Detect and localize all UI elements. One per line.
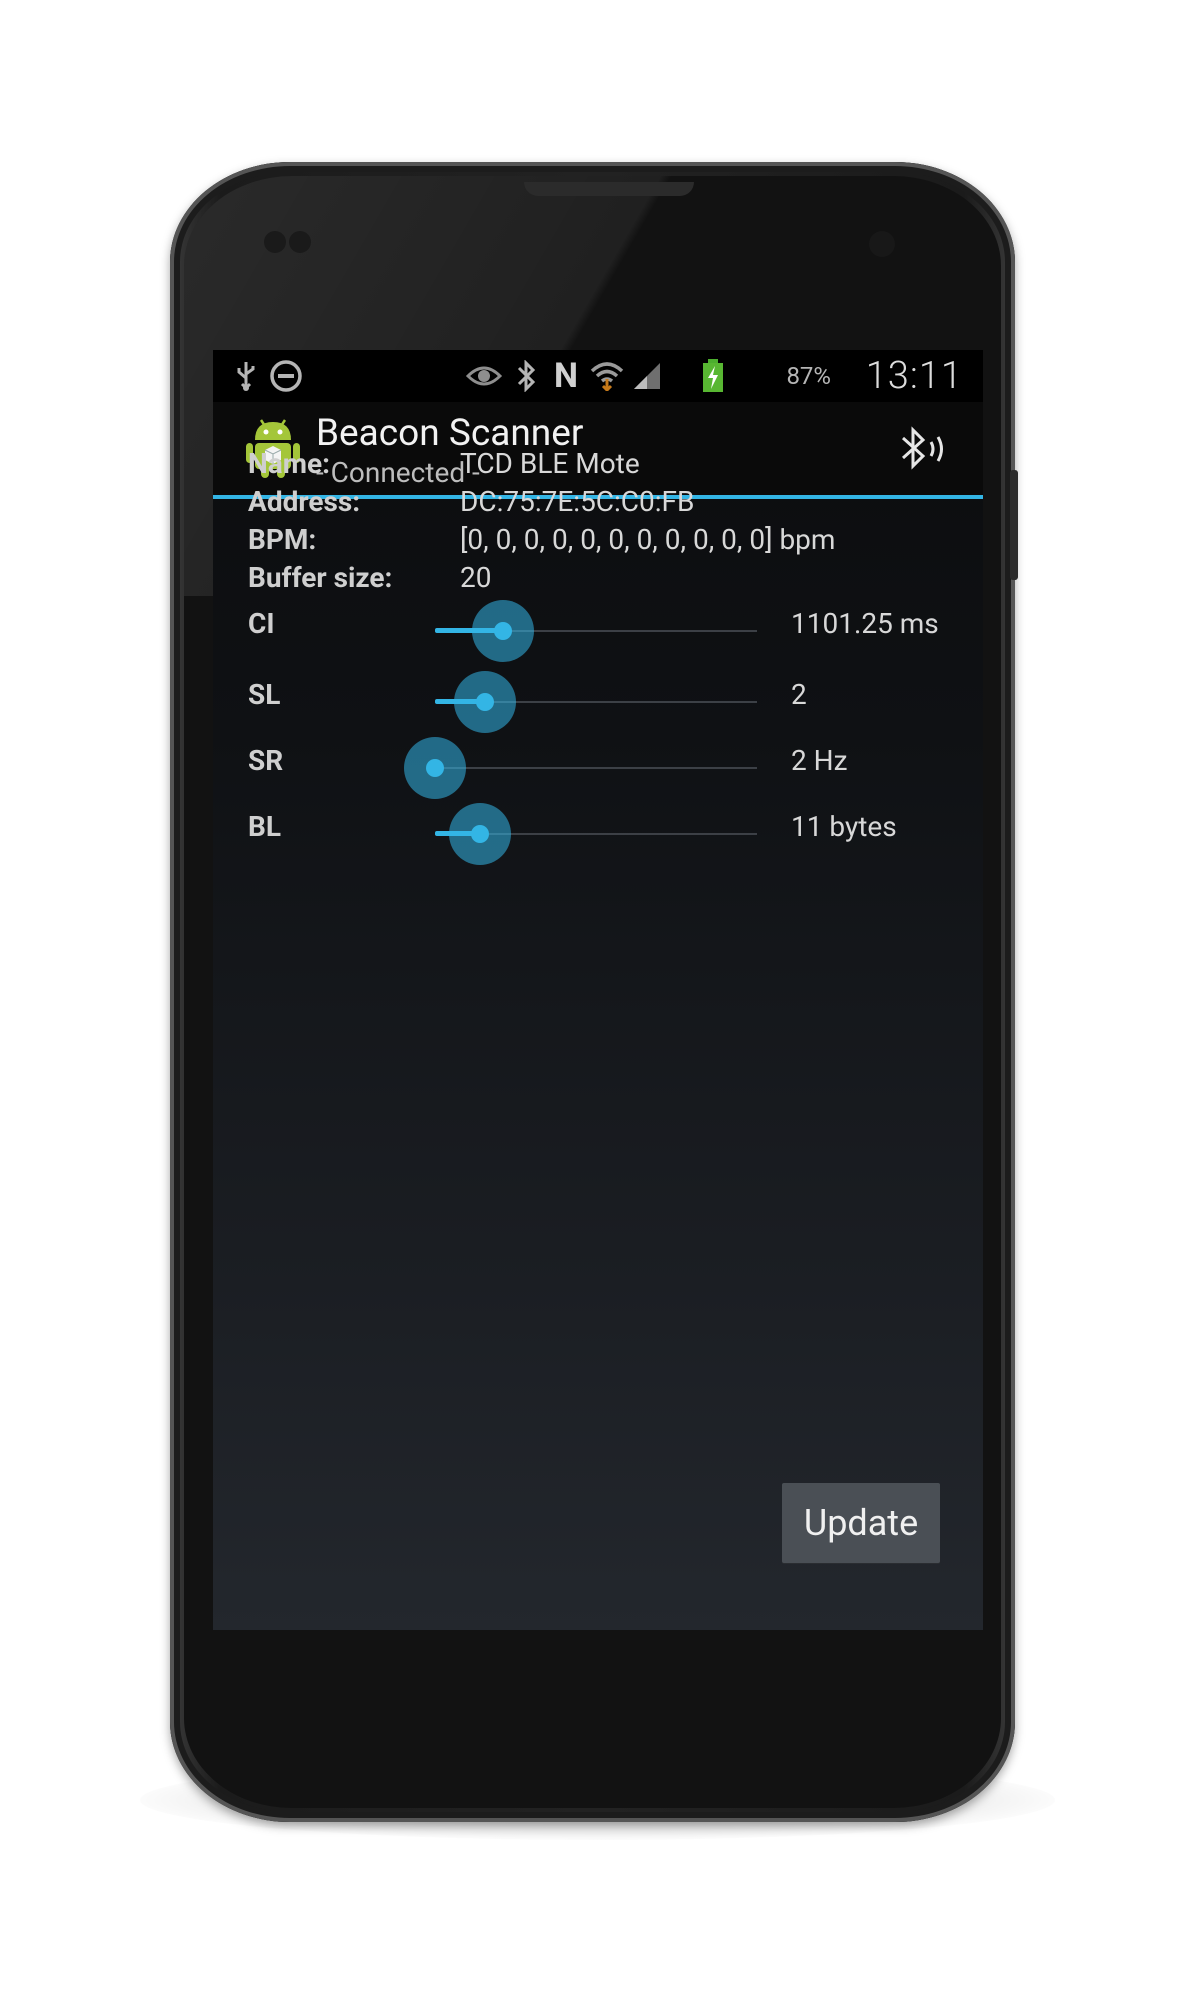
sr-track[interactable]	[435, 767, 757, 769]
bl-thumb-dot	[471, 825, 490, 843]
buffer-size-label: Buffer size:	[248, 561, 393, 594]
name-label: Name:	[248, 447, 331, 480]
bpm-label: BPM:	[248, 523, 317, 556]
bl-label: BL	[248, 810, 282, 843]
ci-thumb-dot	[493, 622, 512, 640]
earpiece-speaker	[524, 182, 694, 196]
sr-value: 2 Hz	[791, 744, 848, 777]
battery-charging-icon	[701, 358, 725, 394]
do-not-disturb-icon	[268, 358, 304, 394]
ci-label: CI	[248, 607, 275, 640]
address-value: DC:75:7E:5C:C0:FB	[460, 485, 695, 518]
sl-label: SL	[248, 678, 281, 711]
wifi-icon	[589, 358, 625, 394]
bluetooth-icon	[513, 358, 539, 394]
bluetooth-connect-icon[interactable]	[897, 424, 953, 474]
status-clock: 13:11	[865, 354, 963, 398]
app-screen: N 87% 13:11 Beacon Scanner - Connected -…	[213, 350, 983, 1630]
sl-thumb-dot	[475, 693, 494, 711]
power-button[interactable]	[1010, 470, 1018, 580]
sl-value: 2	[791, 678, 807, 711]
sr-label: SR	[248, 744, 284, 777]
address-label: Address:	[248, 485, 361, 518]
status-bar: N 87% 13:11	[213, 350, 983, 402]
nfc-icon: N	[554, 356, 578, 396]
eye-icon	[465, 358, 503, 394]
signal-icon	[631, 358, 663, 394]
light-sensor	[289, 231, 311, 253]
battery-percent: 87%	[786, 362, 831, 390]
proximity-sensor	[264, 231, 286, 253]
front-camera	[869, 231, 895, 257]
bpm-value: [0, 0, 0, 0, 0, 0, 0, 0, 0, 0, 0] bpm	[460, 523, 836, 556]
buffer-size-value: 20	[460, 561, 492, 594]
bl-value: 11 bytes	[791, 810, 897, 843]
sr-thumb-dot	[426, 759, 444, 777]
update-button[interactable]: Update	[782, 1483, 940, 1563]
name-value: TCD BLE Mote	[460, 447, 640, 480]
ci-value: 1101.25 ms	[791, 607, 939, 640]
usb-icon	[231, 358, 261, 394]
